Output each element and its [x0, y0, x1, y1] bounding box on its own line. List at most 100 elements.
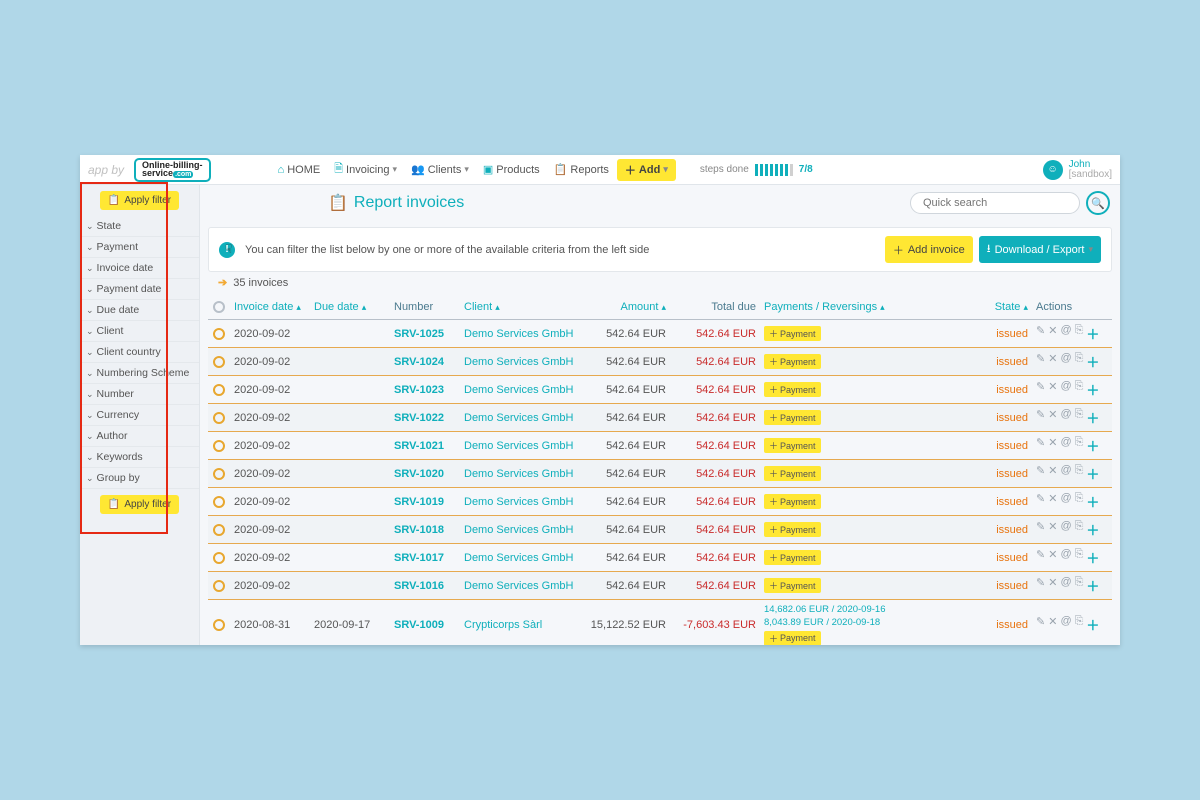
- client-link[interactable]: Demo Services GmbH: [464, 356, 573, 368]
- edit-icon[interactable]: ✎: [1036, 520, 1045, 539]
- delete-icon[interactable]: ✕: [1048, 436, 1057, 455]
- client-link[interactable]: Demo Services GmbH: [464, 384, 573, 396]
- delete-icon[interactable]: ✕: [1048, 576, 1057, 595]
- add-icon[interactable]: ＋: [1086, 352, 1099, 371]
- nav-add[interactable]: ＋Add▾: [617, 159, 676, 181]
- invoice-number-link[interactable]: SRV-1018: [394, 524, 444, 536]
- apply-filter-button[interactable]: 📋Apply filter: [100, 495, 179, 514]
- add-icon[interactable]: ＋: [1086, 520, 1099, 539]
- edit-icon[interactable]: ✎: [1036, 464, 1045, 483]
- row-select[interactable]: [213, 356, 225, 368]
- email-icon[interactable]: @: [1060, 380, 1071, 399]
- payment-entry[interactable]: 8,043.89 EUR / 2020-09-18: [764, 617, 968, 628]
- download-icon[interactable]: ⎘: [1075, 615, 1084, 634]
- col-state[interactable]: State ▴: [972, 301, 1032, 313]
- add-icon[interactable]: ＋: [1086, 380, 1099, 399]
- edit-icon[interactable]: ✎: [1036, 380, 1045, 399]
- add-invoice-button[interactable]: ＋Add invoice: [885, 236, 973, 263]
- add-payment-button[interactable]: ＋Payment: [764, 550, 821, 565]
- add-payment-button[interactable]: ＋Payment: [764, 438, 821, 453]
- add-payment-button[interactable]: ＋Payment: [764, 466, 821, 481]
- email-icon[interactable]: @: [1060, 464, 1071, 483]
- delete-icon[interactable]: ✕: [1048, 520, 1057, 539]
- download-icon[interactable]: ⎘: [1075, 352, 1084, 371]
- nav-home[interactable]: ⌂HOME: [272, 160, 327, 180]
- add-payment-button[interactable]: ＋Payment: [764, 326, 821, 341]
- col-invoice-date[interactable]: Invoice date ▴: [230, 301, 310, 313]
- email-icon[interactable]: @: [1060, 548, 1071, 567]
- invoice-number-link[interactable]: SRV-1016: [394, 580, 444, 592]
- row-select[interactable]: [213, 412, 225, 424]
- filter-item-client[interactable]: ⌄Client: [80, 321, 199, 342]
- add-icon[interactable]: ＋: [1086, 548, 1099, 567]
- filter-item-author[interactable]: ⌄Author: [80, 426, 199, 447]
- add-payment-button[interactable]: ＋Payment: [764, 354, 821, 369]
- client-link[interactable]: Demo Services GmbH: [464, 412, 573, 424]
- edit-icon[interactable]: ✎: [1036, 352, 1045, 371]
- download-icon[interactable]: ⎘: [1075, 576, 1084, 595]
- invoice-number-link[interactable]: SRV-1024: [394, 356, 444, 368]
- client-link[interactable]: Demo Services GmbH: [464, 468, 573, 480]
- filter-item-client-country[interactable]: ⌄Client country: [80, 342, 199, 363]
- add-icon[interactable]: ＋: [1086, 408, 1099, 427]
- client-link[interactable]: Demo Services GmbH: [464, 552, 573, 564]
- delete-icon[interactable]: ✕: [1048, 464, 1057, 483]
- filter-item-currency[interactable]: ⌄Currency: [80, 405, 199, 426]
- col-amount[interactable]: Amount ▴: [580, 301, 670, 313]
- nav-clients[interactable]: 👥Clients▾: [405, 159, 475, 180]
- filter-item-group-by[interactable]: ⌄Group by: [80, 468, 199, 489]
- email-icon[interactable]: @: [1060, 492, 1071, 511]
- add-payment-button[interactable]: ＋Payment: [764, 578, 821, 593]
- delete-icon[interactable]: ✕: [1048, 380, 1057, 399]
- nav-reports[interactable]: 📋Reports: [548, 159, 615, 180]
- add-payment-button[interactable]: ＋Payment: [764, 631, 821, 645]
- nav-products[interactable]: ▣Products: [477, 159, 546, 180]
- email-icon[interactable]: @: [1060, 408, 1071, 427]
- add-icon[interactable]: ＋: [1086, 615, 1099, 634]
- add-icon[interactable]: ＋: [1086, 492, 1099, 511]
- col-payments[interactable]: Payments / Reversings ▴: [760, 301, 972, 313]
- delete-icon[interactable]: ✕: [1048, 408, 1057, 427]
- nav-invoicing[interactable]: 🗎Invoicing▾: [328, 156, 403, 183]
- invoice-number-link[interactable]: SRV-1020: [394, 468, 444, 480]
- row-select[interactable]: [213, 580, 225, 592]
- client-link[interactable]: Demo Services GmbH: [464, 496, 573, 508]
- edit-icon[interactable]: ✎: [1036, 576, 1045, 595]
- delete-icon[interactable]: ✕: [1048, 492, 1057, 511]
- edit-icon[interactable]: ✎: [1036, 615, 1045, 634]
- invoice-number-link[interactable]: SRV-1017: [394, 552, 444, 564]
- download-export-button[interactable]: ⭳Download / Export▾: [979, 236, 1101, 263]
- filter-item-payment-date[interactable]: ⌄Payment date: [80, 279, 199, 300]
- col-client[interactable]: Client ▴: [460, 301, 580, 313]
- filter-item-numbering-scheme[interactable]: ⌄Numbering Scheme: [80, 363, 199, 384]
- row-select[interactable]: [213, 328, 225, 340]
- invoice-number-link[interactable]: SRV-1023: [394, 384, 444, 396]
- row-select[interactable]: [213, 384, 225, 396]
- edit-icon[interactable]: ✎: [1036, 492, 1045, 511]
- email-icon[interactable]: @: [1060, 615, 1071, 634]
- add-icon[interactable]: ＋: [1086, 436, 1099, 455]
- delete-icon[interactable]: ✕: [1048, 324, 1057, 343]
- delete-icon[interactable]: ✕: [1048, 615, 1057, 634]
- client-link[interactable]: Demo Services GmbH: [464, 580, 573, 592]
- payment-entry[interactable]: 14,682.06 EUR / 2020-09-16: [764, 604, 968, 615]
- apply-filter-button[interactable]: 📋Apply filter: [100, 191, 179, 210]
- row-select[interactable]: [213, 440, 225, 452]
- logo[interactable]: Online-billing- service.com: [134, 158, 211, 182]
- edit-icon[interactable]: ✎: [1036, 324, 1045, 343]
- client-link[interactable]: Demo Services GmbH: [464, 440, 573, 452]
- filter-item-due-date[interactable]: ⌄Due date: [80, 300, 199, 321]
- email-icon[interactable]: @: [1060, 324, 1071, 343]
- search-input[interactable]: [910, 192, 1080, 214]
- col-total-due[interactable]: Total due: [670, 301, 760, 313]
- add-payment-button[interactable]: ＋Payment: [764, 382, 821, 397]
- row-select[interactable]: [213, 524, 225, 536]
- add-icon[interactable]: ＋: [1086, 324, 1099, 343]
- row-select[interactable]: [213, 468, 225, 480]
- invoice-number-link[interactable]: SRV-1019: [394, 496, 444, 508]
- download-icon[interactable]: ⎘: [1075, 436, 1084, 455]
- row-select[interactable]: [213, 619, 225, 631]
- invoice-number-link[interactable]: SRV-1025: [394, 328, 444, 340]
- download-icon[interactable]: ⎘: [1075, 548, 1084, 567]
- client-link[interactable]: Crypticorps Sàrl: [464, 619, 542, 631]
